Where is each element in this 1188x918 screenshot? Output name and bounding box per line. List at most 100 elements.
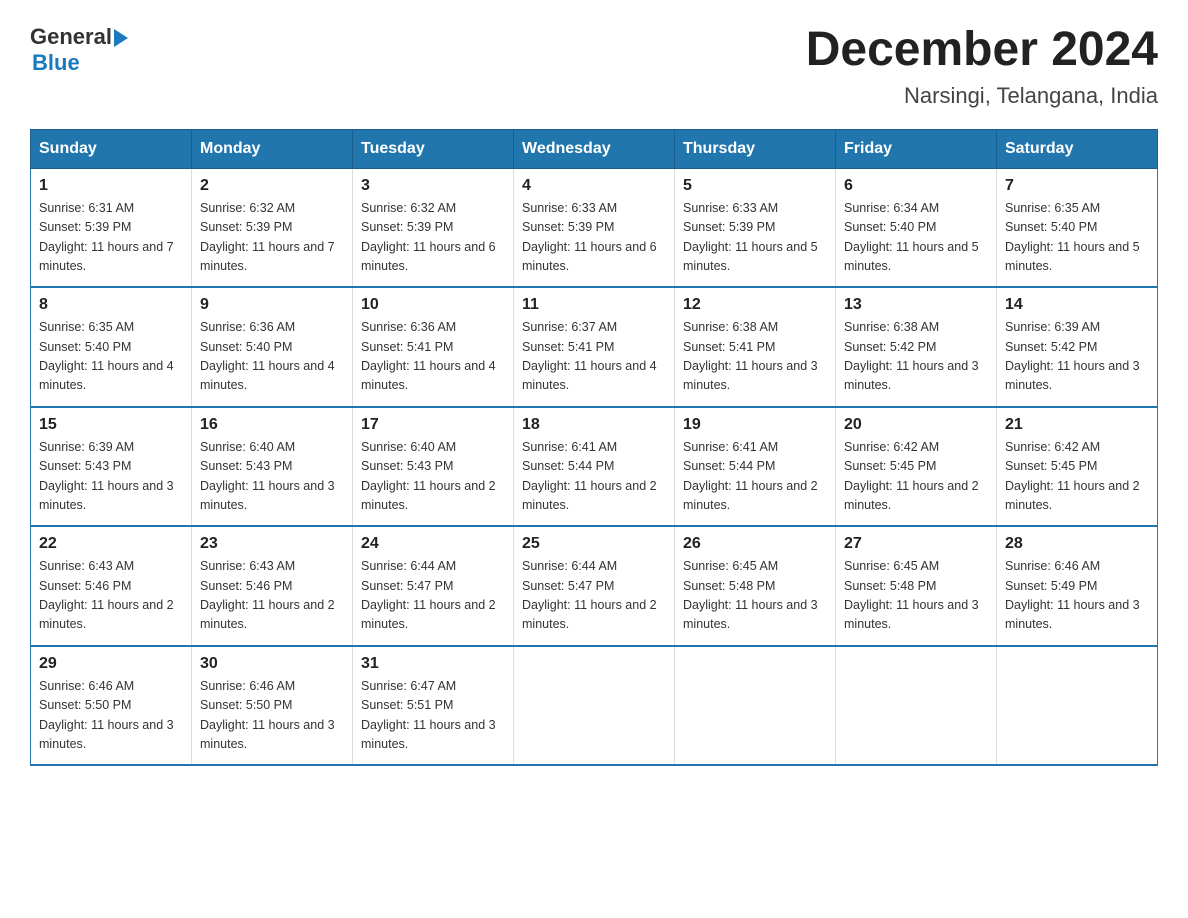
logo-line-blue: Blue — [32, 50, 80, 76]
day-number: 24 — [361, 535, 505, 553]
calendar-week-row: 29Sunrise: 6:46 AMSunset: 5:50 PMDayligh… — [31, 646, 1158, 766]
day-header-wednesday: Wednesday — [514, 129, 675, 168]
calendar-cell: 15 Sunrise: 6:39 AMSunset: 5:43 PMDayligh… — [31, 407, 192, 527]
logo-triangle-icon — [114, 29, 128, 47]
day-number: 17 — [361, 416, 505, 434]
day-number: 21 — [1005, 416, 1149, 434]
calendar-table: SundayMondayTuesdayWednesdayThursdayFrid… — [30, 129, 1158, 767]
calendar-cell: 12 Sunrise: 6:38 AMSunset: 5:41 PMDayligh… — [675, 287, 836, 407]
day-number: 27 — [844, 535, 988, 553]
day-info: Sunrise: 6:36 AMSunset: 5:40 PMDaylight:… — [200, 318, 344, 396]
day-info: Sunrise: 6:34 AMSunset: 5:40 PMDaylight:… — [844, 199, 988, 277]
day-number: 15 — [39, 416, 183, 434]
day-number: 30 — [200, 655, 344, 673]
calendar-cell: 24 Sunrise: 6:44 AMSunset: 5:47 PMDayligh… — [353, 526, 514, 646]
calendar-cell — [997, 646, 1158, 766]
calendar-cell — [514, 646, 675, 766]
day-info: Sunrise: 6:47 AMSunset: 5:51 PMDaylight:… — [361, 677, 505, 755]
day-number: 10 — [361, 296, 505, 314]
calendar-cell: 26Sunrise: 6:45 AMSunset: 5:48 PMDayligh… — [675, 526, 836, 646]
calendar-cell: 11Sunrise: 6:37 AMSunset: 5:41 PMDayligh… — [514, 287, 675, 407]
calendar-cell: 21 Sunrise: 6:42 AMSunset: 5:45 PMDayligh… — [997, 407, 1158, 527]
day-info: Sunrise: 6:38 AMSunset: 5:41 PMDaylight:… — [683, 318, 827, 396]
calendar-cell: 6 Sunrise: 6:34 AMSunset: 5:40 PMDaylight… — [836, 168, 997, 287]
calendar-cell: 31 Sunrise: 6:47 AMSunset: 5:51 PMDayligh… — [353, 646, 514, 766]
day-info: Sunrise: 6:32 AMSunset: 5:39 PMDaylight:… — [361, 199, 505, 277]
calendar-cell: 16 Sunrise: 6:40 AMSunset: 5:43 PMDayligh… — [192, 407, 353, 527]
logo-line-general: General — [30, 24, 128, 50]
day-number: 20 — [844, 416, 988, 434]
page-header: General Blue December 2024 Narsingi, Tel… — [30, 24, 1158, 109]
calendar-cell: 4 Sunrise: 6:33 AMSunset: 5:39 PMDaylight… — [514, 168, 675, 287]
day-info: Sunrise: 6:42 AMSunset: 5:45 PMDaylight:… — [1005, 438, 1149, 516]
day-info: Sunrise: 6:39 AMSunset: 5:43 PMDaylight:… — [39, 438, 183, 516]
day-info: Sunrise: 6:40 AMSunset: 5:43 PMDaylight:… — [361, 438, 505, 516]
calendar-cell: 10 Sunrise: 6:36 AMSunset: 5:41 PMDayligh… — [353, 287, 514, 407]
day-number: 5 — [683, 177, 827, 195]
calendar-cell: 28 Sunrise: 6:46 AMSunset: 5:49 PMDayligh… — [997, 526, 1158, 646]
day-number: 3 — [361, 177, 505, 195]
day-number: 18 — [522, 416, 666, 434]
day-info: Sunrise: 6:32 AMSunset: 5:39 PMDaylight:… — [200, 199, 344, 277]
day-number: 6 — [844, 177, 988, 195]
day-number: 12 — [683, 296, 827, 314]
day-info: Sunrise: 6:41 AMSunset: 5:44 PMDaylight:… — [683, 438, 827, 516]
day-info: Sunrise: 6:37 AMSunset: 5:41 PMDaylight:… — [522, 318, 666, 396]
title-block: December 2024 Narsingi, Telangana, India — [806, 24, 1158, 109]
day-info: Sunrise: 6:33 AMSunset: 5:39 PMDaylight:… — [683, 199, 827, 277]
day-number: 26 — [683, 535, 827, 553]
day-number: 14 — [1005, 296, 1149, 314]
day-info: Sunrise: 6:43 AMSunset: 5:46 PMDaylight:… — [200, 557, 344, 635]
day-info: Sunrise: 6:39 AMSunset: 5:42 PMDaylight:… — [1005, 318, 1149, 396]
day-info: Sunrise: 6:33 AMSunset: 5:39 PMDaylight:… — [522, 199, 666, 277]
calendar-cell: 20 Sunrise: 6:42 AMSunset: 5:45 PMDayligh… — [836, 407, 997, 527]
day-info: Sunrise: 6:42 AMSunset: 5:45 PMDaylight:… — [844, 438, 988, 516]
calendar-week-row: 8Sunrise: 6:35 AMSunset: 5:40 PMDaylight… — [31, 287, 1158, 407]
calendar-cell — [675, 646, 836, 766]
calendar-cell: 9 Sunrise: 6:36 AMSunset: 5:40 PMDaylight… — [192, 287, 353, 407]
logo-general-text: General — [30, 24, 112, 50]
day-number: 16 — [200, 416, 344, 434]
day-info: Sunrise: 6:45 AMSunset: 5:48 PMDaylight:… — [844, 557, 988, 635]
day-info: Sunrise: 6:46 AMSunset: 5:49 PMDaylight:… — [1005, 557, 1149, 635]
day-number: 22 — [39, 535, 183, 553]
calendar-week-row: 1 Sunrise: 6:31 AMSunset: 5:39 PMDaylight… — [31, 168, 1158, 287]
day-header-thursday: Thursday — [675, 129, 836, 168]
calendar-cell: 3 Sunrise: 6:32 AMSunset: 5:39 PMDaylight… — [353, 168, 514, 287]
day-number: 4 — [522, 177, 666, 195]
calendar-cell: 18 Sunrise: 6:41 AMSunset: 5:44 PMDayligh… — [514, 407, 675, 527]
calendar-cell: 14 Sunrise: 6:39 AMSunset: 5:42 PMDayligh… — [997, 287, 1158, 407]
day-info: Sunrise: 6:31 AMSunset: 5:39 PMDaylight:… — [39, 199, 183, 277]
day-number: 8 — [39, 296, 183, 314]
calendar-cell: 22Sunrise: 6:43 AMSunset: 5:46 PMDayligh… — [31, 526, 192, 646]
day-info: Sunrise: 6:35 AMSunset: 5:40 PMDaylight:… — [1005, 199, 1149, 277]
calendar-cell: 7Sunrise: 6:35 AMSunset: 5:40 PMDaylight… — [997, 168, 1158, 287]
calendar-cell: 27 Sunrise: 6:45 AMSunset: 5:48 PMDayligh… — [836, 526, 997, 646]
day-info: Sunrise: 6:38 AMSunset: 5:42 PMDaylight:… — [844, 318, 988, 396]
calendar-header-row: SundayMondayTuesdayWednesdayThursdayFrid… — [31, 129, 1158, 168]
day-info: Sunrise: 6:44 AMSunset: 5:47 PMDaylight:… — [361, 557, 505, 635]
day-info: Sunrise: 6:36 AMSunset: 5:41 PMDaylight:… — [361, 318, 505, 396]
calendar-week-row: 15 Sunrise: 6:39 AMSunset: 5:43 PMDayligh… — [31, 407, 1158, 527]
day-number: 23 — [200, 535, 344, 553]
day-info: Sunrise: 6:41 AMSunset: 5:44 PMDaylight:… — [522, 438, 666, 516]
calendar-title: December 2024 — [806, 24, 1158, 77]
calendar-cell: 17 Sunrise: 6:40 AMSunset: 5:43 PMDayligh… — [353, 407, 514, 527]
day-info: Sunrise: 6:40 AMSunset: 5:43 PMDaylight:… — [200, 438, 344, 516]
day-number: 28 — [1005, 535, 1149, 553]
calendar-cell — [836, 646, 997, 766]
day-header-tuesday: Tuesday — [353, 129, 514, 168]
calendar-cell: 30 Sunrise: 6:46 AMSunset: 5:50 PMDayligh… — [192, 646, 353, 766]
day-number: 1 — [39, 177, 183, 195]
day-number: 2 — [200, 177, 344, 195]
day-info: Sunrise: 6:44 AMSunset: 5:47 PMDaylight:… — [522, 557, 666, 635]
calendar-cell: 13Sunrise: 6:38 AMSunset: 5:42 PMDayligh… — [836, 287, 997, 407]
calendar-cell: 25Sunrise: 6:44 AMSunset: 5:47 PMDayligh… — [514, 526, 675, 646]
day-number: 9 — [200, 296, 344, 314]
day-header-saturday: Saturday — [997, 129, 1158, 168]
day-number: 31 — [361, 655, 505, 673]
day-info: Sunrise: 6:46 AMSunset: 5:50 PMDaylight:… — [200, 677, 344, 755]
calendar-cell: 19Sunrise: 6:41 AMSunset: 5:44 PMDayligh… — [675, 407, 836, 527]
logo-blue-text: Blue — [32, 50, 80, 75]
day-header-friday: Friday — [836, 129, 997, 168]
